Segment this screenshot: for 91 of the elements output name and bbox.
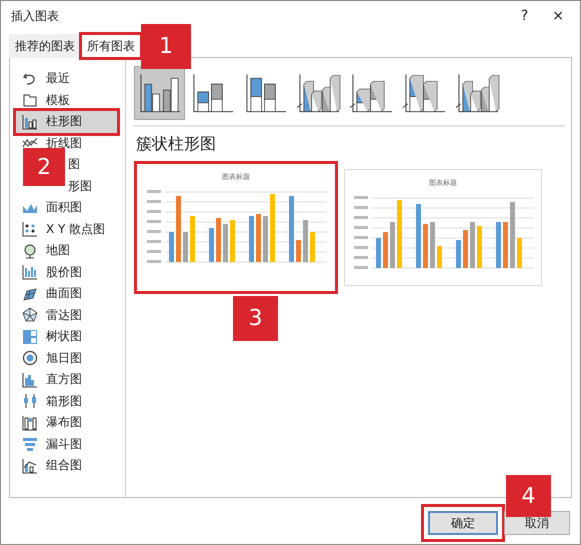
bar bbox=[437, 246, 442, 268]
sunburst-icon bbox=[22, 350, 38, 366]
sidebar-item[interactable]: 股价图 bbox=[16, 262, 117, 283]
waterfall-icon bbox=[22, 414, 38, 431]
step-number-badge: 3 bbox=[233, 296, 278, 341]
folder-icon bbox=[22, 92, 38, 108]
sidebar-item[interactable]: 旭日图 bbox=[16, 348, 117, 369]
sidebar-item[interactable]: 曲面图 bbox=[16, 283, 117, 304]
bar bbox=[263, 216, 268, 262]
sidebar-item[interactable]: 面积图 bbox=[16, 197, 117, 218]
bar bbox=[397, 200, 402, 268]
sidebar-item[interactable]: 形图 bbox=[68, 178, 92, 195]
bar bbox=[496, 222, 501, 268]
bar bbox=[183, 232, 188, 262]
sidebar-item[interactable]: 直方图 bbox=[16, 369, 117, 390]
axis-label-mark bbox=[354, 246, 368, 249]
bar bbox=[190, 216, 195, 262]
bar bbox=[383, 232, 388, 268]
axis-label-mark bbox=[147, 220, 161, 223]
bar bbox=[209, 228, 214, 262]
axis-label-mark bbox=[354, 256, 368, 259]
axis-label-mark bbox=[147, 260, 161, 263]
bar bbox=[289, 196, 294, 262]
histogram-icon bbox=[22, 372, 38, 388]
bar bbox=[430, 222, 435, 268]
axis-label-mark bbox=[147, 230, 161, 233]
bar bbox=[223, 224, 228, 262]
box-plot-icon bbox=[22, 393, 38, 410]
sidebar-item[interactable]: 柱形图 bbox=[16, 111, 117, 132]
sidebar-item[interactable]: 雷达图 bbox=[16, 304, 117, 326]
sidebar-item[interactable]: 图 bbox=[68, 156, 80, 174]
sidebar-item[interactable]: 漏斗图 bbox=[16, 434, 117, 455]
bar bbox=[216, 218, 221, 262]
tab[interactable]: 推荐的图表 bbox=[9, 34, 81, 58]
sidebar-item[interactable]: X Y 散点图 bbox=[16, 218, 117, 240]
bar bbox=[230, 220, 235, 262]
bar bbox=[176, 196, 181, 262]
axis-label-mark bbox=[147, 250, 161, 253]
bar bbox=[390, 222, 395, 268]
bar bbox=[296, 240, 301, 262]
bar bbox=[477, 226, 482, 268]
bar bbox=[270, 194, 275, 262]
step-number-badge: 4 bbox=[506, 475, 551, 517]
bar bbox=[463, 230, 468, 268]
funnel-icon bbox=[22, 436, 38, 452]
help-button[interactable]: ? bbox=[514, 8, 534, 24]
axis-label-mark bbox=[354, 226, 368, 229]
axis-label-mark bbox=[147, 200, 161, 203]
axis-label-mark bbox=[354, 206, 368, 209]
window-title: 插入图表 bbox=[11, 8, 60, 24]
chart-subtype-button[interactable] bbox=[134, 66, 185, 120]
combo-chart-icon bbox=[22, 458, 38, 474]
bar bbox=[169, 232, 174, 262]
axis-label-mark bbox=[354, 216, 368, 219]
bar bbox=[310, 232, 315, 262]
bar bbox=[470, 222, 475, 268]
bar bbox=[517, 238, 522, 268]
sidebar-item[interactable]: 组合图 bbox=[16, 455, 117, 476]
sidebar-item[interactable]: 最近 bbox=[16, 68, 117, 90]
bar bbox=[423, 224, 428, 268]
globe-icon bbox=[22, 242, 38, 259]
surface-icon bbox=[22, 286, 38, 302]
axis-label-mark bbox=[147, 190, 161, 193]
bar-chart-icon bbox=[22, 114, 38, 130]
radar-icon bbox=[22, 307, 38, 324]
section-heading: 簇状柱形图 bbox=[135, 133, 217, 155]
sidebar-item[interactable]: 树状图 bbox=[16, 326, 117, 348]
bar bbox=[303, 220, 308, 262]
step-number-badge: 2 bbox=[23, 148, 65, 186]
bar bbox=[510, 202, 515, 268]
axis-label-mark bbox=[354, 196, 368, 199]
scatter-icon bbox=[22, 221, 38, 238]
axis-label-mark bbox=[354, 266, 368, 269]
bar bbox=[256, 214, 261, 262]
bar bbox=[416, 204, 421, 268]
stock-chart-icon bbox=[22, 264, 38, 280]
tab[interactable]: 所有图表 bbox=[81, 34, 141, 58]
close-button[interactable]: × bbox=[546, 8, 570, 24]
step-number-badge: 1 bbox=[141, 24, 191, 69]
bar bbox=[456, 240, 461, 268]
axis-label-mark bbox=[147, 240, 161, 243]
bar bbox=[503, 222, 508, 268]
sidebar-item[interactable]: 模板 bbox=[16, 90, 117, 111]
sidebar-item[interactable]: 地图 bbox=[16, 240, 117, 262]
treemap-icon bbox=[22, 328, 38, 345]
sidebar-item[interactable]: 瀑布图 bbox=[16, 412, 117, 434]
axis-label-mark bbox=[354, 236, 368, 239]
axis-label-mark bbox=[147, 210, 161, 213]
sidebar-item[interactable]: 箱形图 bbox=[16, 390, 117, 412]
bar bbox=[249, 216, 254, 262]
bar bbox=[376, 238, 381, 268]
